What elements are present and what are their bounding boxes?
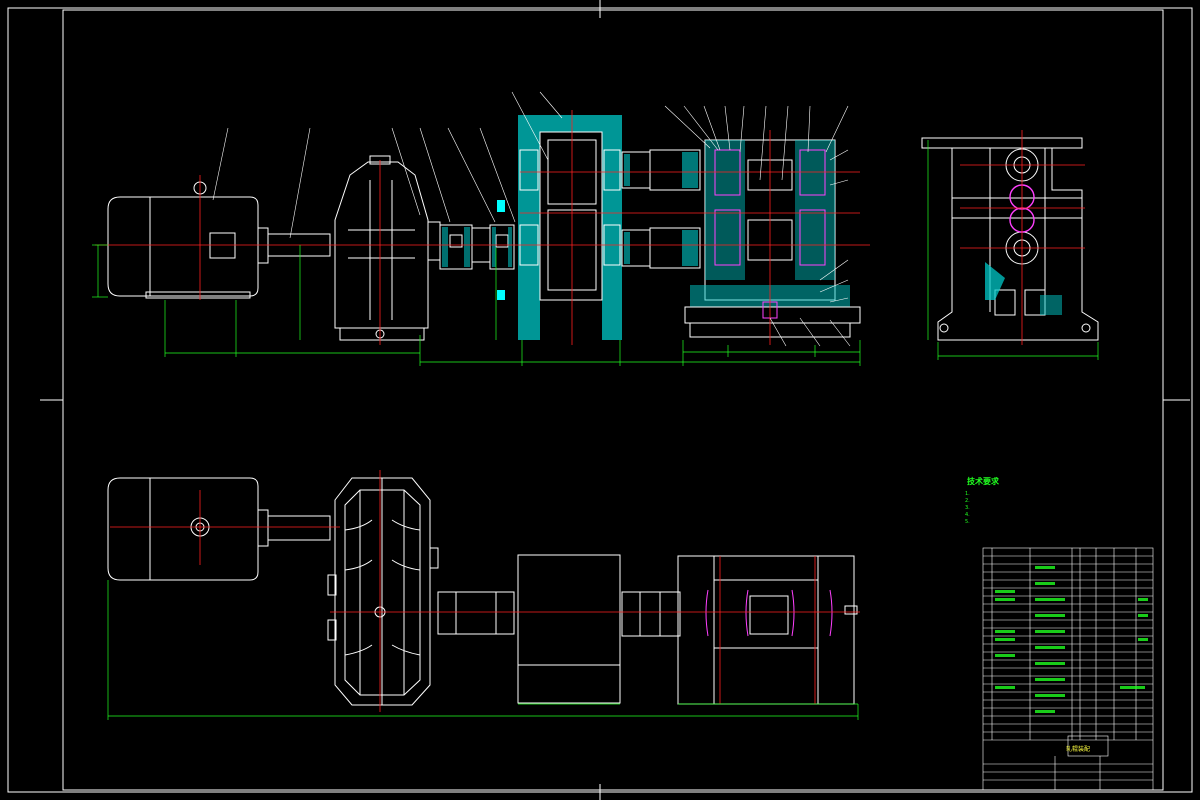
gear-reducer-icon <box>327 477 439 706</box>
spindle-hatch <box>624 152 698 266</box>
gear-stand-icon <box>518 115 622 340</box>
dimension-lines <box>107 580 859 720</box>
cad-drawing <box>7 0 1193 800</box>
technical-note: 3. <box>965 505 970 511</box>
roll-stand-icon <box>677 555 858 705</box>
motor-icon <box>107 477 331 581</box>
technical-note: 4. <box>965 512 970 518</box>
drawing-title: 轧辊装配 <box>1066 746 1091 753</box>
technical-note: 5. <box>965 519 970 525</box>
technical-note: 1. <box>965 491 970 497</box>
gear-reducer-icon <box>334 155 429 341</box>
coupling-icon <box>437 591 515 635</box>
plan-view <box>107 470 860 720</box>
coupling-icon <box>427 221 515 270</box>
side-view-stand-icon <box>921 130 1099 360</box>
title-block <box>982 547 1154 791</box>
key-marker <box>497 200 505 212</box>
front-elevation <box>92 91 870 366</box>
gear-stand-icon <box>517 554 621 704</box>
spindle-coupling-icon <box>621 591 681 637</box>
technical-requirements-title: 技术要求 <box>967 477 999 486</box>
motor-icon <box>107 181 331 299</box>
key-marker <box>497 290 505 300</box>
technical-note: 2. <box>965 498 970 504</box>
roll-stand-icon <box>684 139 861 338</box>
